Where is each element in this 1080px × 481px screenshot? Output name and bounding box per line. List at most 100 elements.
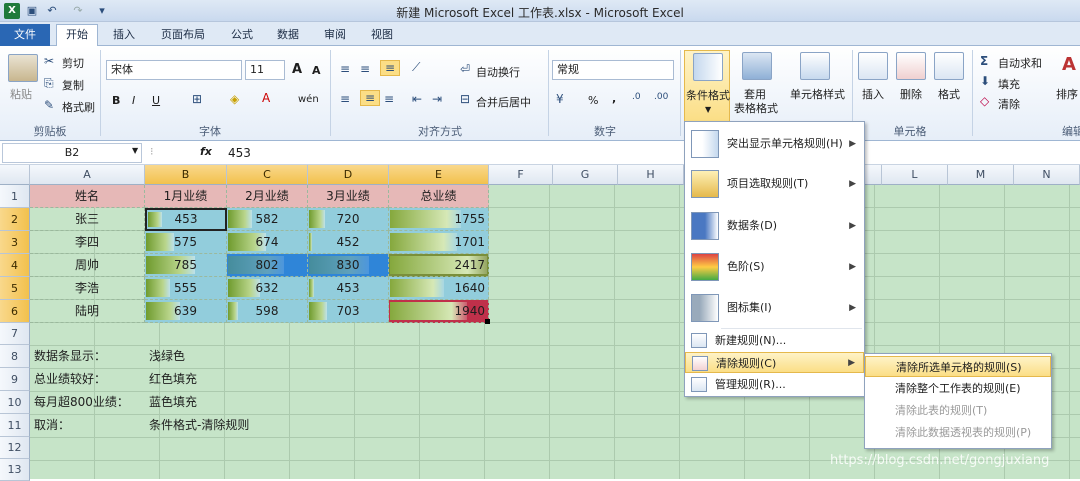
currency-icon[interactable]: ¥ xyxy=(556,92,564,106)
increase-indent-icon[interactable]: ⇥ xyxy=(432,92,442,106)
table-cell-value[interactable]: 452 xyxy=(308,231,389,254)
note-value[interactable]: 条件格式-清除规则 xyxy=(145,414,345,437)
format-as-table-icon[interactable] xyxy=(742,52,772,80)
menu-item-manage-rules[interactable]: 管理规则(R)... xyxy=(685,374,864,395)
align-center-icon[interactable]: ≡ xyxy=(360,90,380,106)
sort-icon[interactable]: A xyxy=(1062,54,1076,75)
table-cell-value[interactable]: 582 xyxy=(227,208,308,231)
menu-item-clear-rules[interactable]: 清除规则(C) ▶ xyxy=(685,352,864,373)
column-header[interactable]: H xyxy=(618,165,684,185)
table-cell-value[interactable]: 575 xyxy=(145,231,227,254)
table-header-cell[interactable]: 总业绩 xyxy=(389,185,489,208)
italic-button[interactable]: I xyxy=(132,94,135,107)
format-cells-icon[interactable] xyxy=(934,52,964,80)
fill-icon[interactable]: ⬇ xyxy=(980,74,990,88)
row-header[interactable]: 6 xyxy=(0,300,30,323)
table-header-cell[interactable]: 2月业绩 xyxy=(227,185,308,208)
row-header[interactable]: 12 xyxy=(0,437,30,459)
comma-button[interactable]: , xyxy=(612,92,616,105)
note-value[interactable]: 浅绿色 xyxy=(145,345,305,368)
note-label[interactable]: 取消： xyxy=(30,414,145,437)
table-cell-value[interactable]: 555 xyxy=(145,277,227,300)
sort-button[interactable]: 排序 xyxy=(1056,86,1078,102)
format-cells-button[interactable]: 格式 xyxy=(938,86,960,102)
fill-handle[interactable] xyxy=(485,319,490,324)
note-label[interactable]: 数据条显示： xyxy=(30,345,145,368)
table-cell-total[interactable]: 1701 xyxy=(389,231,489,254)
column-header[interactable]: G xyxy=(553,165,618,185)
font-color-icon[interactable]: A xyxy=(262,91,270,105)
fill-button[interactable]: 填充 xyxy=(998,76,1020,92)
cell-styles-button[interactable]: 单元格样式 xyxy=(790,86,845,102)
insert-function-icon[interactable]: fx xyxy=(200,145,212,158)
paste-button-label[interactable]: 粘贴 xyxy=(10,86,32,102)
underline-button[interactable]: U xyxy=(152,94,160,107)
align-right-icon[interactable]: ≡ xyxy=(384,92,394,106)
cut-icon[interactable]: ✂ xyxy=(44,54,54,68)
font-size-box[interactable]: 11 xyxy=(245,60,285,80)
format-as-table-label-2[interactable]: 表格格式 xyxy=(734,100,778,116)
table-cell-name[interactable]: 李四 xyxy=(30,231,145,254)
column-header[interactable]: L xyxy=(882,165,948,185)
tab-file[interactable]: 文件 xyxy=(0,24,50,46)
menu-item-top-bottom[interactable]: 项目选取规则(T) ▶ xyxy=(685,164,864,204)
decrease-indent-icon[interactable]: ⇤ xyxy=(412,92,422,106)
column-header[interactable]: D xyxy=(308,165,389,185)
table-cell-total[interactable]: 2417 xyxy=(389,254,489,277)
row-header[interactable]: 8 xyxy=(0,345,30,368)
table-cell-value[interactable]: 453 xyxy=(308,277,389,300)
table-cell-value[interactable]: 632 xyxy=(227,277,308,300)
table-cell-value[interactable]: 720 xyxy=(308,208,389,231)
menu-item-data-bars[interactable]: 数据条(D) ▶ xyxy=(685,206,864,246)
menu-item-highlight-rules[interactable]: 突出显示单元格规则(H) ▶ xyxy=(685,124,864,164)
menu-item-color-scales[interactable]: 色阶(S) ▶ xyxy=(685,247,864,287)
wrap-text-button[interactable]: 自动换行 xyxy=(476,64,520,80)
name-box[interactable]: B2 xyxy=(2,143,142,163)
table-cell-total[interactable]: 1640 xyxy=(389,277,489,300)
shrink-font-button[interactable]: A xyxy=(312,64,321,77)
increase-decimal-icon[interactable]: .0 xyxy=(632,92,641,102)
tab-page-layout[interactable]: 页面布局 xyxy=(152,26,214,46)
clear-icon[interactable]: ◇ xyxy=(980,94,989,108)
row-header[interactable]: 5 xyxy=(0,277,30,300)
table-header-cell[interactable]: 1月业绩 xyxy=(145,185,227,208)
row-header[interactable]: 7 xyxy=(0,323,30,345)
autosum-icon[interactable]: Σ xyxy=(980,54,988,68)
tab-insert[interactable]: 插入 xyxy=(104,26,144,46)
table-cell-value[interactable]: 639 xyxy=(145,300,227,323)
format-painter-icon[interactable]: ✎ xyxy=(44,98,54,112)
copy-button[interactable]: 复制 xyxy=(62,77,84,93)
tab-home[interactable]: 开始 xyxy=(56,24,98,47)
menu-item-new-rule[interactable]: 新建规则(N)... xyxy=(685,330,864,351)
border-icon[interactable]: ⊞ xyxy=(192,92,202,106)
column-header[interactable]: N xyxy=(1014,165,1080,185)
chevron-down-icon[interactable]: ▼ xyxy=(132,146,138,155)
bold-button[interactable]: B xyxy=(112,94,120,107)
row-header[interactable]: 3 xyxy=(0,231,30,254)
table-header-cell[interactable]: 姓名 xyxy=(30,185,145,208)
decrease-decimal-icon[interactable]: .00 xyxy=(654,92,668,102)
column-header[interactable]: A xyxy=(30,165,145,185)
insert-cells-icon[interactable] xyxy=(858,52,888,80)
cut-button[interactable]: 剪切 xyxy=(62,55,84,71)
table-cell-value[interactable]: 785 xyxy=(145,254,227,277)
fill-color-icon[interactable]: ◈ xyxy=(230,92,239,106)
table-cell-name[interactable]: 张三 xyxy=(30,208,145,231)
table-cell-total[interactable]: 1940 xyxy=(389,300,489,323)
table-cell-value[interactable]: 453 xyxy=(145,208,227,231)
column-header[interactable]: F xyxy=(489,165,553,185)
column-header[interactable]: B xyxy=(145,165,227,185)
tab-review[interactable]: 审阅 xyxy=(315,26,355,46)
table-cell-total[interactable]: 1755 xyxy=(389,208,489,231)
row-header[interactable]: 13 xyxy=(0,459,30,481)
delete-cells-icon[interactable] xyxy=(896,52,926,80)
format-painter-button[interactable]: 格式刷 xyxy=(62,99,95,115)
note-label[interactable]: 总业绩较好： xyxy=(30,368,145,391)
table-cell-name[interactable]: 陆明 xyxy=(30,300,145,323)
column-header[interactable]: C xyxy=(227,165,308,185)
row-header[interactable]: 11 xyxy=(0,414,30,437)
insert-cells-button[interactable]: 插入 xyxy=(862,86,884,102)
table-cell-value[interactable]: 830 xyxy=(308,254,389,277)
menu-item-icon-sets[interactable]: 图标集(I) ▶ xyxy=(685,288,864,328)
select-all-corner[interactable] xyxy=(0,165,30,185)
